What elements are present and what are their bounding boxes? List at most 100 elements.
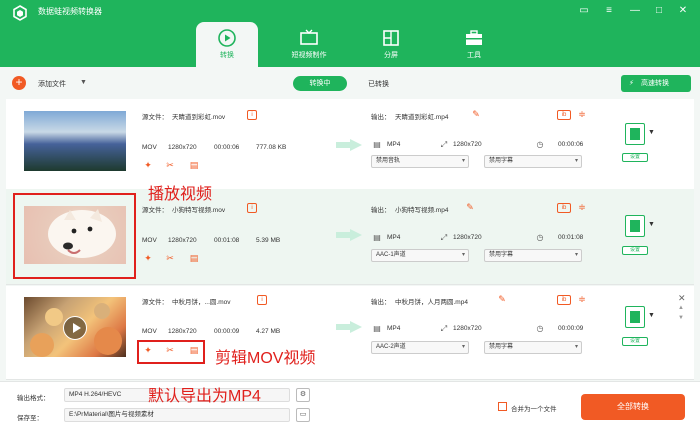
minimize-icon[interactable]: — <box>628 4 642 18</box>
menu-icon[interactable]: ≡ <box>602 4 616 18</box>
maximize-icon[interactable]: □ <box>652 4 666 18</box>
source-size: 777.08 KB <box>256 144 287 151</box>
edit-icon[interactable]: ▤ <box>188 159 200 171</box>
output-format-icon[interactable] <box>625 123 645 145</box>
output-format-icon[interactable] <box>625 215 645 237</box>
fast-convert-button[interactable]: ⚡ 高速转换 <box>621 75 691 92</box>
rename-pencil-icon[interactable]: ✎ <box>470 108 482 120</box>
output-duration: 00:00:09 <box>558 325 584 332</box>
edit-icon[interactable]: ▤ <box>188 252 200 264</box>
subtitle-select[interactable]: 禁用字幕 <box>484 155 582 168</box>
output-resolution: 1280x720 <box>453 234 482 241</box>
remove-file-icon[interactable]: ✕ <box>678 293 686 304</box>
convert-arrow-icon <box>336 229 362 241</box>
tv-icon <box>300 29 318 45</box>
settings-button[interactable]: 设置 <box>622 337 648 346</box>
tab-tools[interactable]: 工具 <box>443 22 505 67</box>
source-duration: 00:00:06 <box>214 144 240 151</box>
format-dropdown-icon[interactable]: ▼ <box>648 221 655 228</box>
convert-icon <box>218 29 236 47</box>
output-format-icon[interactable] <box>625 306 645 328</box>
tab-converting[interactable]: 转换中 <box>293 76 347 91</box>
merge-label: 合并为一个文件 <box>511 406 557 413</box>
source-label: 源文件： <box>142 299 168 306</box>
file-row[interactable]: 源文件： 中秋月饼，...圆.mov i MOV 1280x720 00:00:… <box>6 286 694 380</box>
audio-track-select[interactable]: AAC-2声道 <box>371 341 469 354</box>
split-screen-icon <box>383 30 399 46</box>
scroll-up-icon[interactable]: ▲ <box>678 305 684 311</box>
output-format: MP4 <box>387 234 401 241</box>
source-label: 源文件： <box>142 207 168 214</box>
lightning-icon: ⚡ <box>629 80 634 87</box>
video-thumbnail[interactable] <box>24 297 126 357</box>
file-row[interactable]: 源文件： 天睛道到彩虹.mov i MOV 1280x720 00:00:06 … <box>6 99 694 195</box>
output-label: 输出： <box>371 299 391 306</box>
app-title: 数据蛙视频转换器 <box>38 7 102 16</box>
scroll-down-icon[interactable]: ▼ <box>678 315 684 321</box>
info-icon[interactable]: i <box>247 203 257 213</box>
source-format: MOV <box>142 144 157 151</box>
codec-badge-icon[interactable]: ib <box>557 110 571 120</box>
subtitle-select[interactable]: 禁用字幕 <box>484 341 582 354</box>
fast-convert-label: 高速转换 <box>641 80 669 87</box>
info-icon[interactable]: i <box>247 110 257 120</box>
tab-label: 短视频制作 <box>291 52 327 59</box>
convert-all-button[interactable]: 全部转换 <box>581 394 685 420</box>
compress-icon[interactable]: ≑ <box>576 293 588 305</box>
codec-badge-icon[interactable]: ib <box>557 203 571 213</box>
rename-pencil-icon[interactable]: ✎ <box>464 201 476 213</box>
feedback-icon[interactable]: ▭ <box>577 4 591 18</box>
folder-icon[interactable]: ▭ <box>296 408 310 422</box>
add-file-button[interactable]: 添加文件 <box>38 79 66 89</box>
save-path-select[interactable]: E:\PrMaterial\图片与视频素材 <box>64 408 290 422</box>
tab-split-screen[interactable]: 分屏 <box>360 22 422 67</box>
format-settings-icon[interactable]: ⚙ <box>296 388 310 402</box>
codec-badge-icon[interactable]: ib <box>557 295 571 305</box>
settings-button[interactable]: 设置 <box>622 153 648 162</box>
edit-highlight-box <box>137 340 205 364</box>
tab-converted[interactable]: 已转换 <box>368 79 389 89</box>
source-format: MOV <box>142 237 157 244</box>
format-dropdown-icon[interactable]: ▼ <box>648 312 655 319</box>
tab-short-video[interactable]: 短视频制作 <box>278 22 340 67</box>
audio-track-select[interactable]: 禁用音轨 <box>371 155 469 168</box>
settings-button[interactable]: 设置 <box>622 246 648 255</box>
source-duration: 00:00:09 <box>214 328 240 335</box>
source-size: 5.39 MB <box>256 237 281 244</box>
play-highlight-box <box>13 193 136 279</box>
output-resolution: 1280x720 <box>453 325 482 332</box>
rename-pencil-icon[interactable]: ✎ <box>496 293 508 305</box>
source-size: 4.27 MB <box>256 328 281 335</box>
tab-label: 转换 <box>220 52 234 59</box>
format-dropdown-icon[interactable]: ▼ <box>648 129 655 136</box>
enhance-icon[interactable]: ✦ <box>142 252 154 264</box>
annotation-export: 默认导出为MP4 <box>148 388 261 405</box>
cut-icon[interactable]: ✂ <box>164 252 176 264</box>
add-file-dropdown-icon[interactable]: ▼ <box>80 79 87 86</box>
close-icon[interactable]: ✕ <box>676 4 690 18</box>
audio-track-select[interactable]: AAC-1声道 <box>371 249 469 262</box>
annotation-edit: 剪辑MOV视频 <box>215 350 316 367</box>
video-thumbnail[interactable] <box>24 111 126 171</box>
tab-convert[interactable]: 转换 <box>196 22 258 67</box>
source-label: 源文件： <box>142 114 168 121</box>
subtitle-select[interactable]: 禁用字幕 <box>484 249 582 262</box>
add-file-icon[interactable]: + <box>12 76 26 90</box>
compress-icon[interactable]: ≑ <box>576 108 588 120</box>
compress-icon[interactable]: ≑ <box>576 201 588 213</box>
output-filename: 中秋月饼，人月两圆.mp4 <box>395 299 468 306</box>
merge-checkbox[interactable] <box>498 402 507 411</box>
play-icon[interactable] <box>63 316 87 340</box>
resolution-icon: ⤢ <box>440 324 448 333</box>
info-icon[interactable]: i <box>257 295 267 305</box>
source-resolution: 1280x720 <box>168 328 197 335</box>
tab-label: 工具 <box>467 52 481 59</box>
clock-icon: ◷ <box>536 233 544 242</box>
source-resolution: 1280x720 <box>168 237 197 244</box>
output-label: 输出： <box>371 207 391 214</box>
output-label: 输出： <box>371 114 391 121</box>
cut-icon[interactable]: ✂ <box>164 159 176 171</box>
source-filename: 天睛道到彩虹.mov <box>172 114 226 121</box>
toolbox-icon <box>466 30 482 45</box>
enhance-icon[interactable]: ✦ <box>142 159 154 171</box>
